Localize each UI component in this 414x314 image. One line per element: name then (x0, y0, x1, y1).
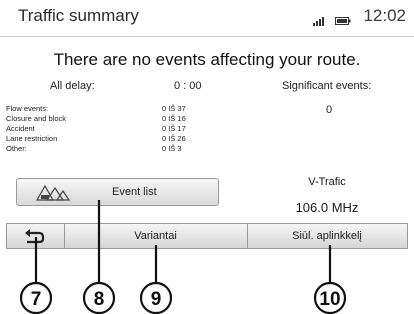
event-value: 0 IŠ 17 (162, 124, 186, 133)
all-delay-value: 0 : 00 (174, 80, 202, 92)
callout-number: 9 (151, 289, 162, 310)
traffic-station-frequency: 106.0 MHz (295, 200, 359, 215)
suggest-detour-button[interactable]: Siūl. aplinkkelį (247, 224, 407, 248)
header-bar: Traffic summary 12:02 (0, 0, 414, 37)
significant-events-label: Significant events: (282, 80, 372, 92)
event-label: Closure and block (6, 114, 67, 123)
variants-button[interactable]: Variantai (64, 224, 248, 248)
event-label: Flow events: (6, 104, 49, 113)
event-list-label: Event list (112, 186, 157, 198)
callout-number: 7 (31, 289, 42, 310)
event-list-button[interactable]: Event list (16, 178, 219, 206)
event-value: 0 IŠ 26 (162, 134, 186, 143)
all-delay-label: All delay: (50, 80, 95, 92)
bottom-action-bar: Variantai Siūl. aplinkkelį (6, 223, 408, 249)
significant-events-value: 0 (326, 104, 333, 116)
traffic-event-icon (35, 184, 71, 201)
route-status-message: There are no events affecting your route… (53, 50, 361, 69)
callout-circle (313, 281, 347, 314)
battery-icon (335, 17, 351, 25)
back-arrow-icon (25, 229, 45, 244)
clock: 12:02 (363, 6, 406, 25)
back-button[interactable] (7, 224, 65, 248)
event-label: Other: (6, 144, 27, 153)
event-label: Lane restriction (6, 134, 58, 143)
callout-circle (82, 281, 116, 314)
signal-strength-icon (313, 17, 324, 26)
page-title: Traffic summary (18, 6, 139, 25)
callout-number: 10 (319, 289, 340, 310)
callout-annotations: 7 8 9 10 (19, 200, 347, 314)
event-value: 0 IŠ 3 (162, 144, 182, 153)
event-value: 0 IŠ 37 (162, 104, 186, 113)
callout-number: 8 (94, 289, 105, 310)
traffic-station-name: V-Trafic (308, 176, 346, 188)
callout-circle (139, 281, 173, 314)
event-value: 0 IŠ 16 (162, 114, 186, 123)
callout-circle (19, 281, 53, 314)
traffic-summary-screen: Traffic summary 12:02 There are no event… (0, 0, 414, 314)
event-label: Accident (6, 124, 35, 133)
